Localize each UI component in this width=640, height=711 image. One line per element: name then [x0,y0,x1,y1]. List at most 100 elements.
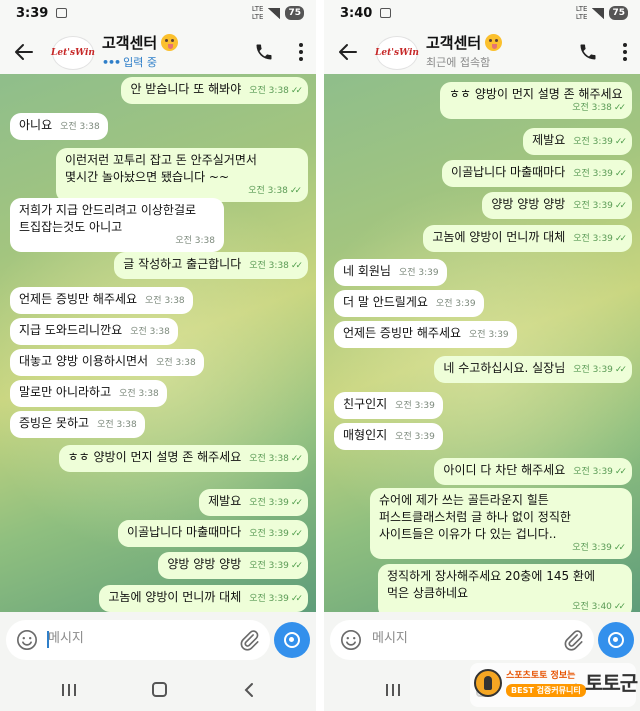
attach-paperclip-icon[interactable] [562,628,584,652]
message-text: 제발요 [208,494,242,508]
message-bubble[interactable]: ㅎㅎ 양방이 먼지 설명 존 해주세요 오전 3:38 ✓✓ [58,445,308,472]
message-bubble[interactable]: 제발요 오전 3:39 ✓✓ [199,489,308,516]
home-icon[interactable] [152,682,167,697]
camera-button[interactable] [598,622,634,658]
message-input[interactable] [48,631,228,646]
double-check-icon: ✓✓ [613,602,626,612]
message-bubble[interactable]: 저희가 지급 안드리려고 이상한걸로 트집잡는것도 아니고 오전 3:38 [10,198,224,252]
more-menu-icon[interactable] [622,42,628,62]
message-bubble[interactable]: 매형인지 오전 3:39 [334,423,443,450]
message-text: 이골납니다 마출때마다 [127,525,242,539]
message-time: 오전 3:38 ✓✓ [572,103,626,113]
message-bubble[interactable]: 글 작성하고 출근합니다 오전 3:38 ✓✓ [114,252,308,279]
message-time: 오전 3:39 ✓✓ [249,529,303,539]
message-bubble[interactable]: 슈어에 제가 쓰는 골든라운지 힐튼 퍼스트클래스처럼 글 하나 없이 정직한 … [370,488,632,559]
message-input-bar [0,612,316,670]
message-input[interactable] [372,631,552,646]
message-input-container[interactable] [6,620,270,660]
message-bubble[interactable]: ㅎㅎ 양방이 먼지 설명 존 해주세요 오전 3:38 ✓✓ [440,82,632,119]
message-bubble[interactable]: 지급 도와드리니깐요 오전 3:38 [10,318,178,345]
avatar[interactable]: Let'sWin [375,36,419,70]
back-nav-icon[interactable] [244,682,254,698]
message-time: 오전 3:38 [119,389,159,399]
message-bubble[interactable]: 말로만 아니라하고 오전 3:38 [10,380,167,407]
message-bubble[interactable]: 아니요 오전 3:38 [10,113,108,140]
message-text: 언제든 증빙만 해주세요 [343,326,462,340]
more-menu-icon[interactable] [298,42,304,62]
message-bubble[interactable]: 더 말 안드릴게요 오전 3:39 [334,290,484,317]
attach-paperclip-icon[interactable] [238,628,260,652]
emoji-smile-icon[interactable] [16,629,38,651]
double-check-icon: ✓✓ [613,543,626,553]
network-label-bottom: LTE [251,13,264,21]
avatar-logo-text: Let'sWin [375,48,419,58]
network-label-bottom: LTE [575,13,588,21]
chat-area[interactable]: ㅎㅎ 양방이 먼지 설명 존 해주세요 오전 3:38 ✓✓ 제발요 오전 3:39 ✓… [324,74,640,612]
message-bubble[interactable]: 양방 양방 양방 오전 3:39 ✓✓ [158,552,308,579]
emoji-smile-icon[interactable] [340,629,362,651]
message-bubble[interactable]: 대놓고 양방 이용하시면서 오전 3:38 [10,349,204,376]
message-input-container[interactable] [330,620,594,660]
message-input-bar [324,612,640,670]
message-text: ㅎㅎ 양방이 먼지 설명 존 해주세요 [67,450,242,464]
phone-call-icon[interactable] [578,42,598,62]
message-bubble[interactable]: 언제든 증빙만 해주세요 오전 3:38 [10,287,193,314]
message-bubble[interactable]: 이골납니다 마출때마다 오전 3:39 ✓✓ [442,160,632,187]
message-bubble[interactable]: 친구인지 오전 3:39 [334,392,443,419]
message-bubble[interactable]: 양방 양방 양방 오전 3:39 ✓✓ [482,192,632,219]
avatar-logo-text: Let'sWin [51,48,95,58]
contact-name[interactable]: 고객센터 [426,32,503,53]
message-bubble[interactable]: 네 회원님 오전 3:39 [334,259,447,286]
message-bubble[interactable]: 이런저런 꼬투리 잡고 돈 안주실거면서 몇시간 놀아놨으면 됐습니다 ~~ 오전… [56,148,308,202]
contact-name-text: 고객센터 [102,34,158,52]
status-right: LTE LTE 75 [576,5,628,21]
phone-call-icon[interactable] [254,42,274,62]
network-indicator: LTE LTE [252,5,264,21]
message-text: 이골납니다 마출때마다 [451,165,566,179]
contact-status-text: 입력 중 [123,56,157,69]
system-nav-bar [0,670,316,711]
message-text: 네 회원님 [343,264,391,278]
message-text: 정직하게 장사해주세요 20충에 145 환에 먹은 상큼하네요 [387,569,595,600]
contact-name[interactable]: 고객센터 [102,32,179,53]
message-time: 오전 3:39 ✓✓ [573,365,627,375]
notification-icon [380,8,391,18]
status-time: 3:40 [340,6,373,21]
message-bubble[interactable]: 증빙은 못하고 오전 3:38 [10,411,145,438]
message-text: 고놈에 양방이 먼니까 대체 [432,230,566,244]
watermark-tagline: 스포츠토토 정보는 [506,671,576,681]
double-check-icon: ✓✓ [290,594,303,604]
message-bubble[interactable]: 언제든 증빙만 해주세요 오전 3:39 [334,321,517,348]
camera-icon [608,632,624,648]
message-time: 오전 3:38 [145,296,185,306]
message-bubble[interactable]: 제발요 오전 3:39 ✓✓ [523,128,632,155]
recents-icon[interactable] [386,684,400,696]
message-bubble[interactable]: 고놈에 양방이 먼니까 대체 오전 3:39 ✓✓ [423,225,632,252]
back-arrow-icon[interactable] [336,40,360,64]
message-time: 오전 3:39 ✓✓ [249,561,303,571]
message-bubble[interactable]: 고놈에 양방이 먼니까 대체 오전 3:39 ✓✓ [99,585,308,612]
message-bubble[interactable]: 정직하게 장사해주세요 20충에 145 환에 먹은 상큼하네요 오전 3:40 ✓… [378,564,632,612]
message-bubble[interactable]: 이골납니다 마출때마다 오전 3:39 ✓✓ [118,520,308,547]
status-right: LTE LTE 75 [252,5,304,21]
chat-area[interactable]: 안 받습니다 또 해봐야 오전 3:38 ✓✓ 아니요 오전 3:38 이런저런 꼬투… [0,74,316,612]
message-text: 언제든 증빙만 해주세요 [19,292,138,306]
message-text: 친구인지 [343,397,388,411]
message-bubble[interactable]: 네 수고하십시요. 실장님 오전 3:39 ✓✓ [434,356,632,383]
double-check-icon: ✓✓ [614,169,627,179]
back-arrow-icon[interactable] [12,40,36,64]
battery-icon: 75 [609,6,628,20]
message-bubble[interactable]: 아이디 다 차단 해주세요 오전 3:39 ✓✓ [434,458,632,485]
watermark-logo-icon [474,669,502,697]
message-bubble[interactable]: 안 받습니다 또 해봐야 오전 3:38 ✓✓ [121,77,308,104]
avatar[interactable]: Let'sWin [51,36,95,70]
phone-screen-right: 3:40 LTE LTE 75 Let'sWin 고객센터 최근에 접속함 ㅎㅎ… [324,0,640,711]
recents-icon[interactable] [62,684,76,696]
camera-icon [284,632,300,648]
message-text: 안 받습니다 또 해봐야 [130,82,242,96]
phone-screen-left: 3:39 LTE LTE 75 Let'sWin 고객센터 ••• 입력 중 안 … [0,0,316,711]
message-text: 이런저런 꼬투리 잡고 돈 안주실거면서 몇시간 놀아놨으면 됐습니다 ~~ [65,153,257,184]
message-text: 증빙은 못하고 [19,416,90,430]
camera-button[interactable] [274,622,310,658]
chat-header: Let'sWin 고객센터 최근에 접속함 [324,30,640,74]
